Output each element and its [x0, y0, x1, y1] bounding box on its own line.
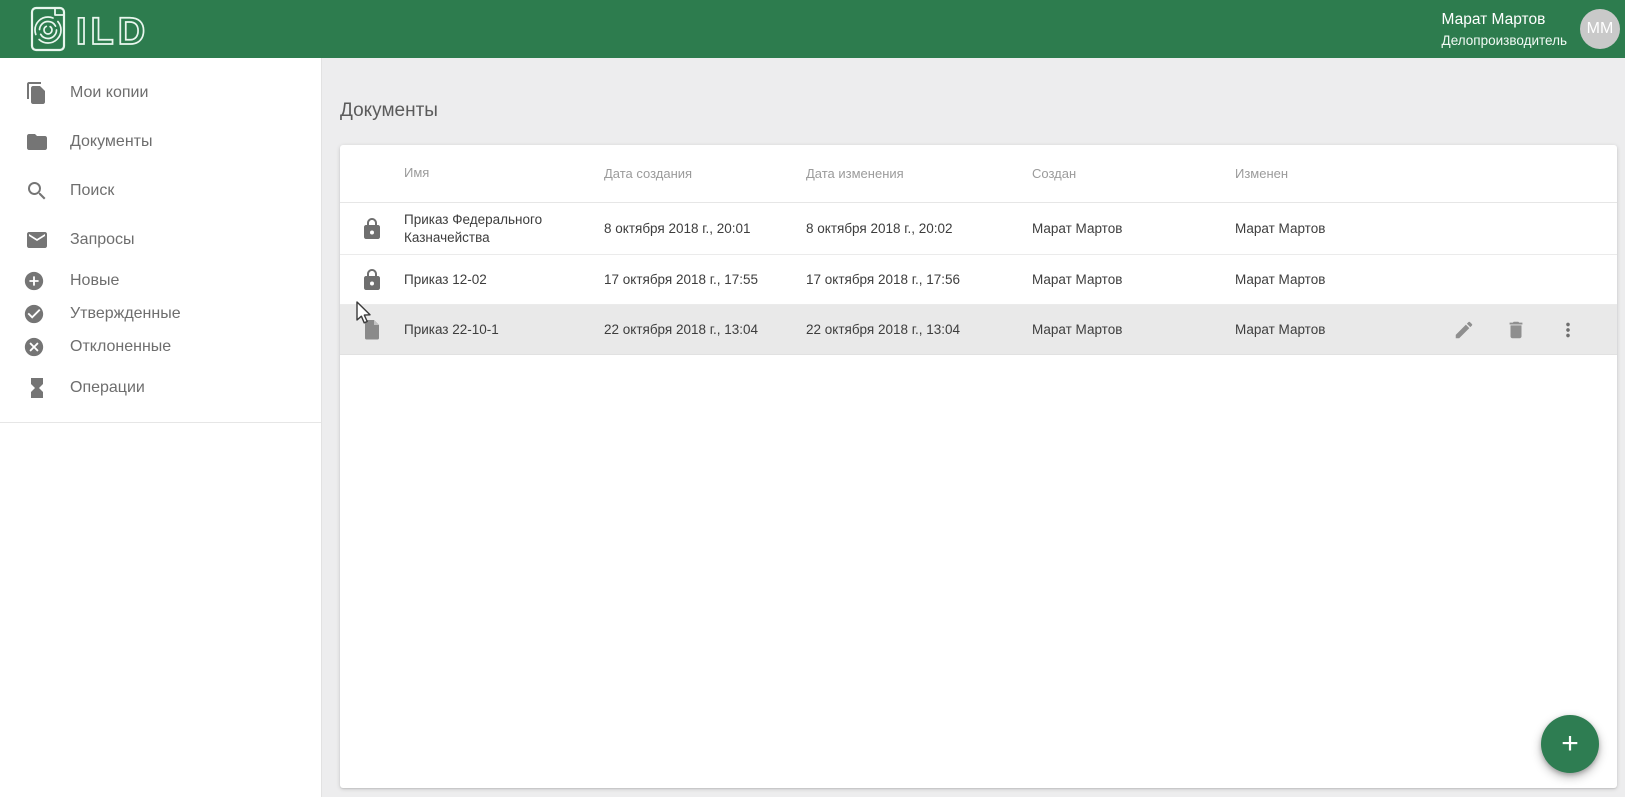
user-info: Марат Мартов Делопроизводитель — [1442, 11, 1567, 48]
sidebar: Мои копии Документы Поиск Запросы Новые … — [0, 58, 322, 797]
sidebar-item-my-copies[interactable]: Мои копии — [0, 68, 321, 117]
user-name: Марат Мартов — [1441, 10, 1546, 28]
cell-name: Приказ 22-10-1 — [404, 321, 499, 337]
add-document-fab[interactable]: + — [1541, 715, 1599, 773]
check-circle-icon — [23, 303, 45, 325]
lock-icon — [340, 217, 404, 241]
lock-icon — [340, 268, 404, 292]
cell-modified-by: Марат Мартов — [1235, 221, 1326, 236]
app-logo[interactable]: ILD — [24, 4, 174, 54]
table-row[interactable]: Приказ Федерального Казначейства 8 октяб… — [340, 203, 1617, 255]
mail-icon — [25, 228, 49, 252]
add-circle-icon — [23, 270, 45, 292]
user-role: Делопроизводитель — [1441, 32, 1567, 48]
row-actions — [1384, 319, 1617, 341]
sidebar-item-label: Поиск — [70, 181, 115, 199]
folder-icon — [25, 130, 49, 154]
sidebar-item-label: Операции — [70, 378, 145, 396]
sidebar-item-requests-new[interactable]: Новые — [0, 264, 321, 297]
cell-created-by: Марат Мартов — [1032, 322, 1123, 337]
column-header-created: Дата создания — [604, 166, 693, 181]
cell-name: Приказ 12-02 — [404, 271, 487, 287]
plus-icon: + — [1561, 727, 1579, 760]
table-row[interactable]: Приказ 12-02 17 октября 2018 г., 17:55 1… — [340, 255, 1617, 305]
column-header-modified-by: Изменен — [1235, 166, 1289, 181]
logo-text: ILD — [76, 11, 149, 53]
cell-created: 22 октября 2018 г., 13:04 — [604, 322, 759, 337]
table-header-row: Имя Дата создания Дата изменения Создан … — [340, 145, 1617, 203]
cell-modified: 8 октября 2018 г., 20:02 — [806, 221, 953, 236]
sidebar-item-operations[interactable]: Операции — [0, 363, 321, 412]
hourglass-icon — [25, 376, 49, 400]
cell-name: Приказ Федерального Казначейства — [404, 211, 543, 245]
sidebar-item-label: Запросы — [70, 230, 135, 248]
column-header-name: Имя — [404, 165, 430, 181]
cell-modified-by: Марат Мартов — [1235, 322, 1326, 337]
file-icon — [340, 318, 404, 342]
cell-modified: 17 октября 2018 г., 17:56 — [806, 272, 961, 287]
delete-icon[interactable] — [1505, 319, 1527, 341]
cell-modified: 22 октября 2018 г., 13:04 — [806, 322, 961, 337]
sidebar-item-label: Новые — [70, 271, 120, 289]
cell-modified-by: Марат Мартов — [1235, 272, 1326, 287]
cell-created: 17 октября 2018 г., 17:55 — [604, 272, 759, 287]
sidebar-item-label: Отклоненные — [70, 337, 172, 355]
sidebar-item-label: Документы — [70, 132, 153, 150]
sidebar-item-documents[interactable]: Документы — [0, 117, 321, 166]
cell-created-by: Марат Мартов — [1032, 221, 1123, 236]
cancel-circle-icon — [23, 336, 45, 358]
fingerprint-document-icon — [30, 6, 66, 52]
sidebar-item-label: Утвержденные — [70, 304, 181, 322]
avatar[interactable]: MM — [1580, 9, 1620, 49]
sidebar-item-search[interactable]: Поиск — [0, 166, 321, 215]
cell-created-by: Марат Мартов — [1032, 272, 1123, 287]
sidebar-item-requests-approved[interactable]: Утвержденные — [0, 297, 321, 330]
copies-icon — [25, 81, 49, 105]
search-icon — [25, 179, 49, 203]
edit-icon[interactable] — [1453, 319, 1475, 341]
sidebar-item-label: Мои копии — [70, 83, 149, 101]
column-header-modified: Дата изменения — [806, 166, 904, 181]
sidebar-divider — [0, 422, 321, 423]
documents-table-card: Имя Дата создания Дата изменения Создан … — [340, 145, 1617, 788]
column-header-created-by: Создан — [1032, 166, 1077, 181]
table-row[interactable]: Приказ 22-10-1 22 октября 2018 г., 13:04… — [340, 305, 1617, 355]
sidebar-item-requests-rejected[interactable]: Отклоненные — [0, 330, 321, 363]
cell-created: 8 октября 2018 г., 20:01 — [604, 221, 751, 236]
more-vert-icon[interactable] — [1557, 319, 1579, 341]
main-content: Документы Имя Дата создания Дата изменен… — [322, 58, 1625, 797]
page-title: Документы — [340, 100, 438, 121]
sidebar-item-requests[interactable]: Запросы — [0, 215, 321, 264]
top-bar: ILD Марат Мартов Делопроизводитель MM — [0, 0, 1625, 58]
